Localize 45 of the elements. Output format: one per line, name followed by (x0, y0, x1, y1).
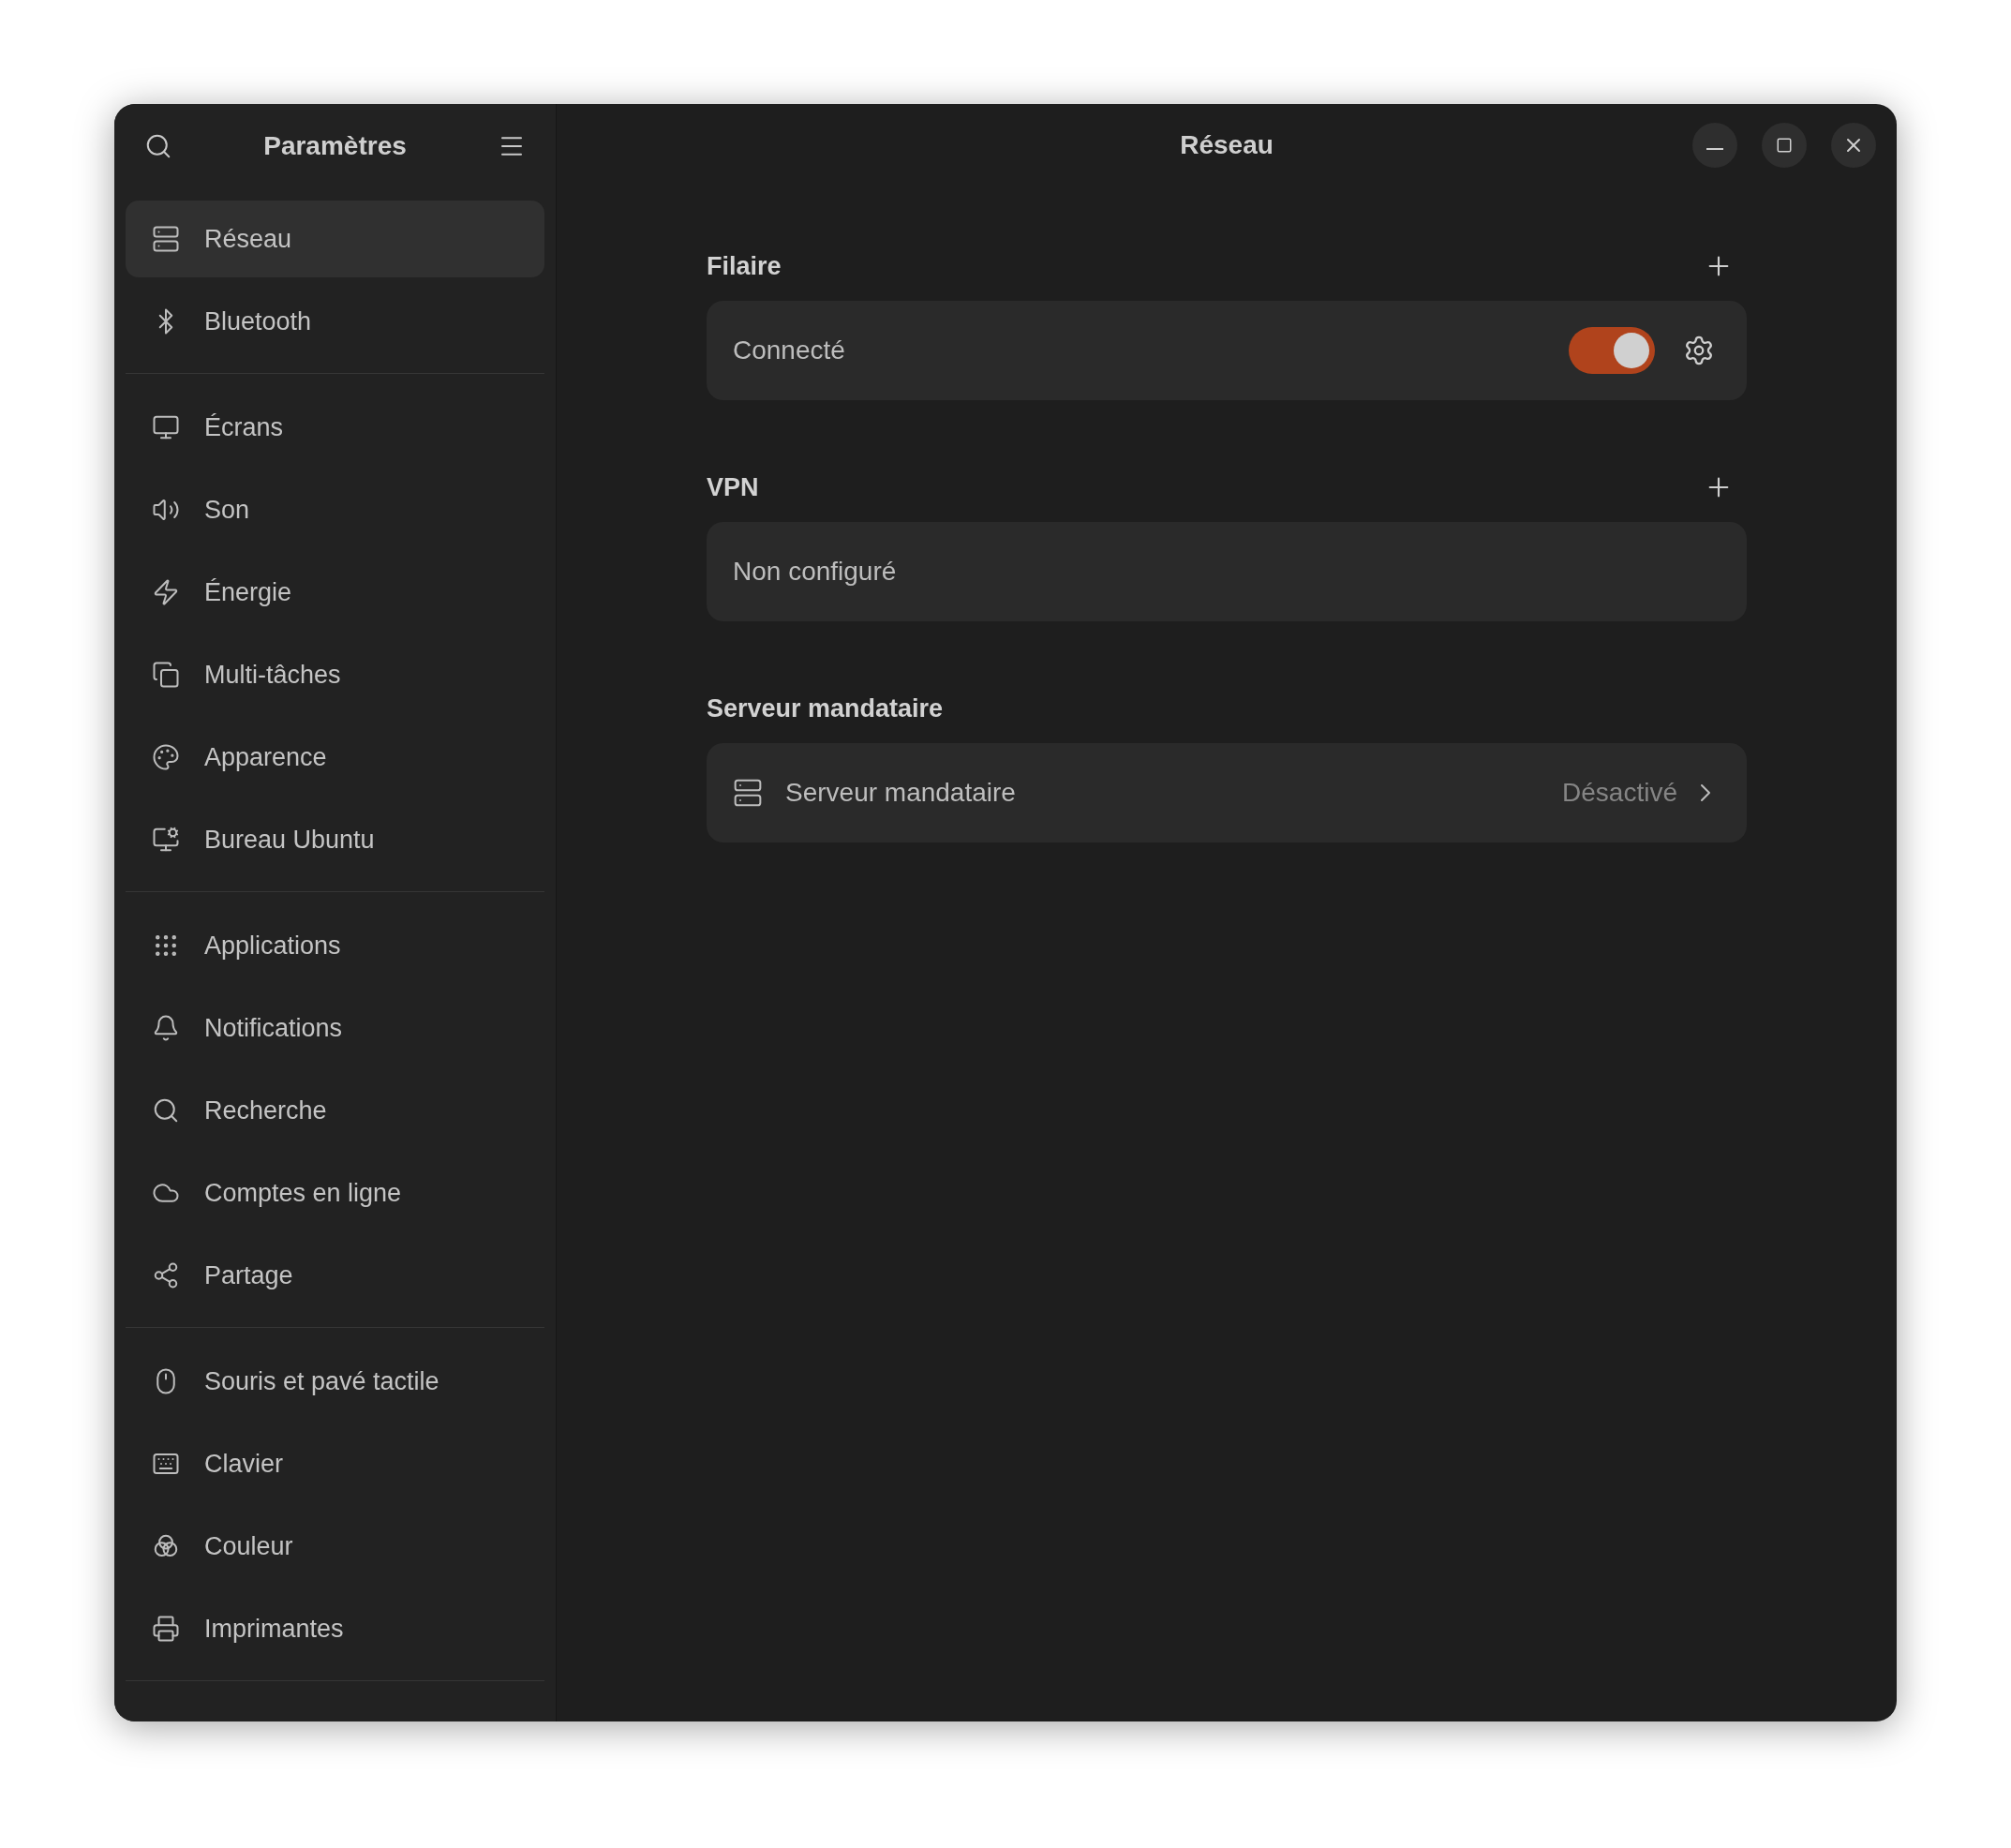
toggle-switch[interactable] (1569, 327, 1655, 374)
sidebar-item[interactable]: Couleur (126, 1508, 544, 1585)
sidebar-item[interactable]: Souris et pavé tactile (126, 1343, 544, 1420)
close-button[interactable] (1831, 123, 1876, 168)
server-icon (733, 778, 763, 808)
sidebar-item[interactable]: Multi-tâches (126, 636, 544, 713)
palette-icon (152, 743, 180, 771)
section-heading: VPN (707, 471, 759, 503)
maximize-button[interactable] (1762, 123, 1807, 168)
bell-icon (152, 1014, 180, 1042)
lightning-icon (152, 578, 180, 606)
sidebar-item[interactable]: Son (126, 471, 544, 548)
row-value: Désactivé (1562, 777, 1677, 809)
sidebar-title: Paramètres (263, 130, 407, 162)
settings-row[interactable]: Serveur mandataire Désactivé (707, 743, 1747, 842)
section-heading: Serveur mandataire (707, 693, 944, 724)
sidebar-item[interactable]: Apparence (126, 719, 544, 796)
monitor-icon (152, 413, 180, 441)
row-label: Serveur mandataire (785, 777, 1017, 809)
share-icon (152, 1261, 180, 1289)
server-icon (152, 225, 180, 253)
sidebar-item[interactable]: Réseau (126, 201, 544, 277)
settings-icon[interactable] (1683, 335, 1715, 366)
sidebar-item[interactable]: Partage (126, 1237, 544, 1314)
maximize-icon (1776, 137, 1793, 154)
sidebar-item[interactable]: Comptes en ligne (126, 1155, 544, 1231)
sidebar-item[interactable]: Applications (126, 907, 544, 984)
sidebar-item[interactable]: Énergie (126, 554, 544, 631)
printer-icon (152, 1615, 180, 1643)
section-heading: Filaire (707, 250, 782, 282)
windows-icon (152, 661, 180, 689)
sidebar-item[interactable]: Recherche (126, 1072, 544, 1149)
window-title: Réseau (1180, 129, 1274, 161)
sidebar-item[interactable]: Notifications (126, 990, 544, 1066)
row-label: Connecté (733, 335, 846, 366)
sidebar-item[interactable]: Clavier (126, 1425, 544, 1502)
sidebar-item[interactable]: Bluetooth (126, 283, 544, 360)
monitor-icon (152, 826, 180, 854)
search-icon (152, 1096, 180, 1125)
sidebar-item[interactable]: Bureau Ubuntu (126, 801, 544, 878)
minimize-icon (1706, 148, 1723, 150)
sidebar-item[interactable]: Écrans (126, 389, 544, 466)
search-button[interactable] (144, 132, 172, 160)
sidebar-item[interactable]: Imprimantes (126, 1590, 544, 1667)
row-label: Non configuré (733, 556, 897, 588)
